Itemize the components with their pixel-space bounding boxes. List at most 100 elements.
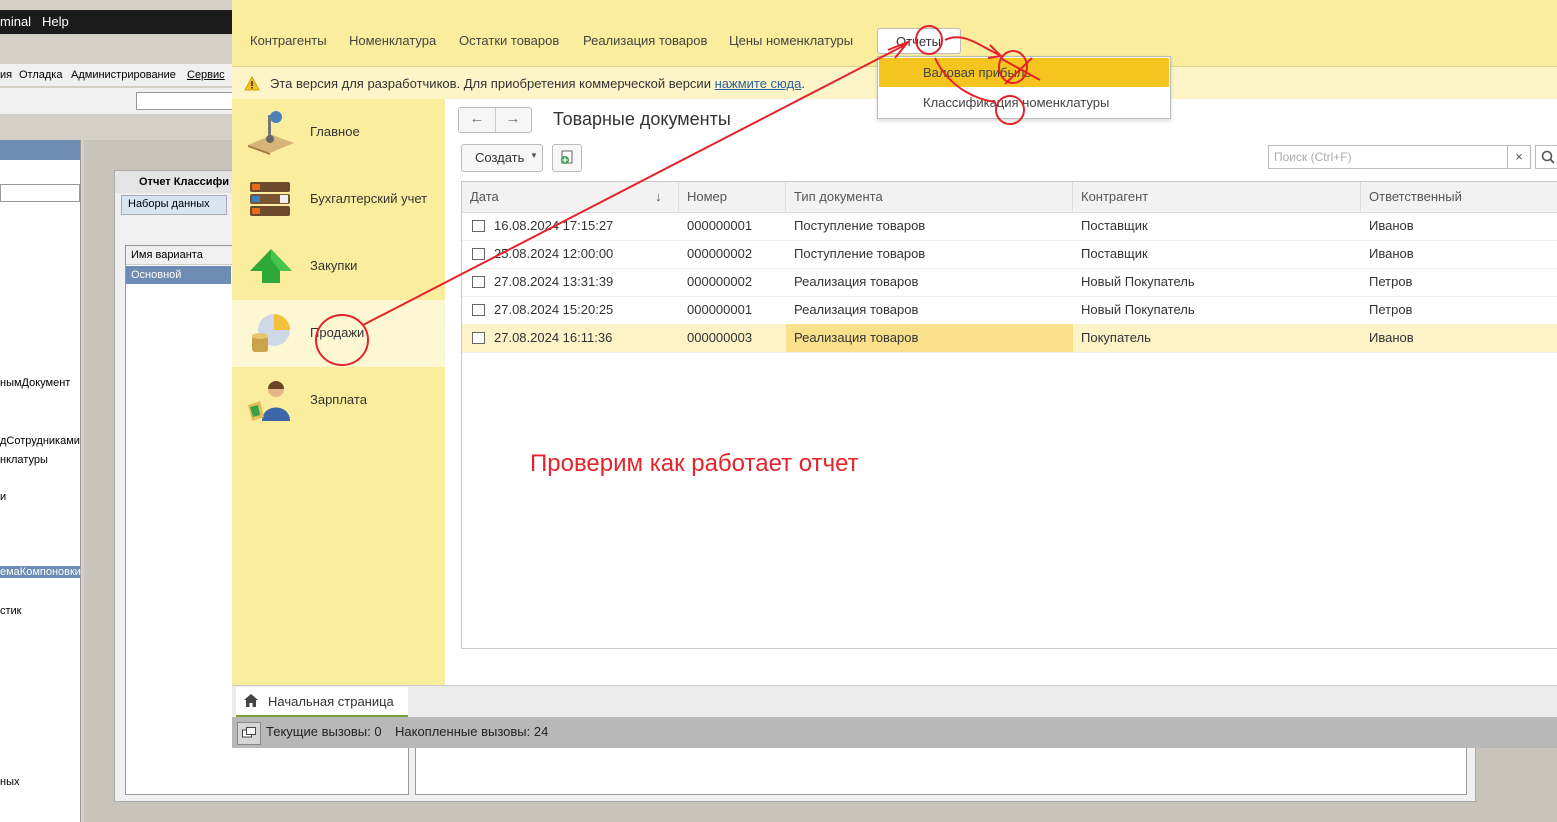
lamp-icon xyxy=(248,111,294,155)
sidebar-item-sales[interactable]: Продажи xyxy=(232,300,445,367)
menu-terminal[interactable]: minal xyxy=(0,14,31,29)
table-row[interactable]: 27.08.2024 15:20:25 000000001 Реализация т… xyxy=(462,296,1557,325)
table-cell: Поступление товаров xyxy=(794,246,926,261)
table-row[interactable]: 27.08.2024 13:31:39 000000002 Реализация т… xyxy=(462,268,1557,297)
reports-menu: Валовая прибыль Классификация номенклату… xyxy=(877,56,1171,119)
search-input[interactable]: Поиск (Ctrl+F) xyxy=(1268,145,1508,169)
purchase-link[interactable]: нажмите сюда xyxy=(715,76,802,91)
table-cell: Поставщик xyxy=(1081,246,1148,261)
documents-table: Дата ↓ Номер Тип документа Контрагент От… xyxy=(461,181,1557,649)
create-button[interactable]: Создать ▼ xyxy=(461,144,543,172)
tree-panel-header xyxy=(0,140,80,160)
table-cell: 27.08.2024 16:11:36 xyxy=(494,330,613,345)
tree-item[interactable]: нымДокумент xyxy=(0,377,70,389)
table-cell: 16.08.2024 17:15:27 xyxy=(494,218,614,233)
section-counterparties[interactable]: Контрагенты xyxy=(250,33,327,48)
table-cell: Реализация товаров xyxy=(786,324,1073,352)
menu-item-gross-profit[interactable]: Валовая прибыль xyxy=(879,58,1169,87)
clear-search-icon[interactable]: × xyxy=(1507,145,1531,169)
tab-datasets[interactable]: Наборы данных xyxy=(121,195,227,215)
binders-icon xyxy=(250,182,290,216)
search-icon[interactable] xyxy=(1535,145,1557,169)
table-cell: 25.08.2024 12:00:00 xyxy=(494,246,614,261)
column-responsible[interactable]: Ответственный xyxy=(1361,182,1557,212)
column-date[interactable]: Дата ↓ xyxy=(462,182,679,212)
back-arrow-icon[interactable]: ← xyxy=(459,108,496,132)
reports-button-label: Отчеты xyxy=(896,34,941,49)
table-cell: Поставщик xyxy=(1081,218,1148,233)
column-doc-type[interactable]: Тип документа xyxy=(786,182,1073,212)
menu-item[interactable]: ия xyxy=(0,69,12,81)
forward-arrow-icon[interactable]: → xyxy=(495,108,531,132)
column-date-label: Дата xyxy=(470,189,499,204)
background-tree-panel: нымДокумент дСотрудниками нклатуры и ема… xyxy=(0,140,81,822)
tree-filter-input[interactable] xyxy=(0,184,80,202)
background-menu: ия Отладка Администрирование Сервис xyxy=(0,64,232,86)
table-row[interactable]: 16.08.2024 17:15:27 000000001 Поступление … xyxy=(462,212,1557,241)
sidebar-item-accounting[interactable]: Бухгалтерский учет xyxy=(232,166,445,233)
sidebar-item-purchases[interactable]: Закупки xyxy=(232,233,445,300)
column-counterparty[interactable]: Контрагент xyxy=(1073,182,1361,212)
section-nomenclature[interactable]: Номенклатура xyxy=(349,33,436,48)
menu-admin[interactable]: Администрирование xyxy=(71,69,176,81)
sidebar-item-label: Зарплата xyxy=(310,392,367,407)
table-cell: 000000003 xyxy=(687,330,753,345)
variants-column-label: Имя варианта xyxy=(131,249,203,261)
table-cell: 000000002 xyxy=(687,274,753,289)
tree-item[interactable]: дСотрудниками xyxy=(0,435,80,447)
document-icon xyxy=(472,332,485,344)
sidebar-item-main[interactable]: Главное xyxy=(232,99,445,166)
sidebar-item-label: Бухгалтерский учет xyxy=(310,191,428,206)
table-cell: Покупатель xyxy=(1081,330,1151,345)
menu-item-nomenclature-classification[interactable]: Классификация номенклатуры xyxy=(879,88,1169,117)
tree-item[interactable]: стик xyxy=(0,605,22,617)
menu-help[interactable]: Help xyxy=(42,14,69,29)
copy-button[interactable] xyxy=(552,144,582,172)
document-icon xyxy=(472,220,485,232)
section-prices[interactable]: Цены номенклатуры xyxy=(729,33,853,48)
table-cell: Петров xyxy=(1369,302,1413,317)
open-tabs-bar: Начальная страница xyxy=(232,685,1557,718)
section-sales[interactable]: Реализация товаров xyxy=(583,33,707,48)
variant-name: Основной xyxy=(131,269,182,281)
variant-row-selected[interactable]: Основной xyxy=(126,266,231,284)
chevron-down-icon: ▼ xyxy=(530,151,538,160)
tree-item[interactable]: нклатуры xyxy=(0,454,48,466)
document-icon xyxy=(472,248,485,260)
table-cell: 27.08.2024 13:31:39 xyxy=(494,274,614,289)
background-toolbar xyxy=(0,88,234,115)
warning-message: Эта версия для разработчиков. Для приобр… xyxy=(270,76,711,91)
section-stock[interactable]: Остатки товаров xyxy=(459,33,559,48)
background-menubar: minal Help xyxy=(0,10,232,34)
sidebar-item-label: Продажи xyxy=(310,325,365,340)
tree-item-selected[interactable]: емаКомпоновки xyxy=(0,566,81,578)
window-titlebar xyxy=(232,0,1557,12)
tree-item[interactable]: и xyxy=(0,491,6,503)
table-cell: Иванов xyxy=(1369,330,1414,345)
report-form-title-text: Отчет Классифи xyxy=(139,176,229,188)
table-row[interactable]: 27.08.2024 16:11:36 000000003 Реализация т… xyxy=(462,324,1557,353)
content-area: ← → Товарные документы Создать ▼ Поиск (… xyxy=(445,99,1557,685)
menu-debug[interactable]: Отладка xyxy=(19,69,62,81)
table-cell: Реализация товаров xyxy=(794,302,919,317)
tree-item[interactable]: ных xyxy=(0,776,19,788)
warning-icon xyxy=(244,76,260,91)
document-icon xyxy=(472,304,485,316)
toolbar-input[interactable] xyxy=(136,92,234,110)
sort-arrow-icon: ↓ xyxy=(655,189,662,204)
table-row[interactable]: 25.08.2024 12:00:00 000000002 Поступление … xyxy=(462,240,1557,269)
table-cell: 000000001 xyxy=(687,218,753,233)
create-button-label: Создать xyxy=(475,150,525,165)
copy-document-icon xyxy=(561,150,573,164)
warning-tail: . xyxy=(801,76,805,91)
page-title: Товарные документы xyxy=(553,109,731,129)
reports-button[interactable]: Отчеты xyxy=(877,28,961,54)
sidebar-item-salary[interactable]: Зарплата xyxy=(232,367,445,434)
menu-service[interactable]: Сервис xyxy=(187,69,225,81)
windows-icon[interactable] xyxy=(237,722,261,745)
status-bar: Текущие вызовы: 0 Накопленные вызовы: 24 xyxy=(232,717,1557,748)
table-cell: Реализация товаров xyxy=(794,274,919,289)
sidebar-item-label: Закупки xyxy=(310,258,358,273)
tab-home[interactable]: Начальная страница xyxy=(236,687,408,717)
column-number[interactable]: Номер xyxy=(679,182,786,212)
